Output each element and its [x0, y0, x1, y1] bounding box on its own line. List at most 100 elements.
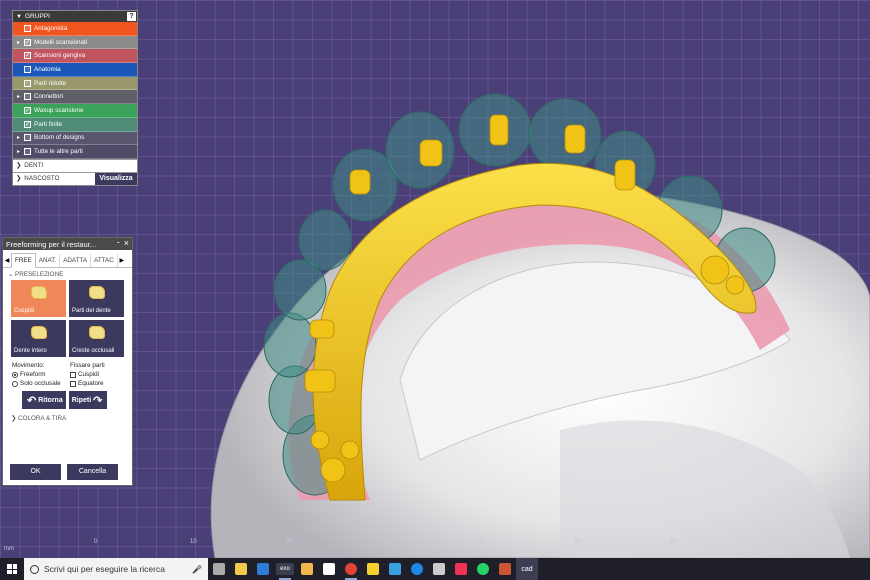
option-label: Equatore [78, 380, 104, 387]
ruler-tick-label: 20 [286, 539, 293, 545]
mail-icon[interactable] [318, 558, 340, 580]
tab-free[interactable]: FREE [11, 252, 36, 268]
option-label: Freeform [20, 371, 46, 378]
app2-icon-glyph [499, 563, 511, 575]
radio-selected-icon [12, 371, 18, 378]
chevron-down-icon: ▼ [16, 13, 22, 20]
group-checkbox[interactable]: ✓ [24, 52, 31, 60]
tooth-icon [89, 286, 105, 299]
ruler-tick-label: 50 [574, 539, 581, 545]
group-row[interactable]: ▸ Bottom of designs [13, 131, 137, 146]
fissare-cuspidi-checkbox[interactable]: Cuspidi [70, 371, 128, 378]
start-button[interactable] [0, 558, 24, 580]
group-checkbox[interactable] [24, 79, 31, 87]
tooth-icon [89, 326, 105, 339]
app-icon[interactable] [428, 558, 450, 580]
edge-icon-glyph [257, 563, 269, 575]
freeforming-tabs: ◀ FREE ANAT. ADATTA ATTAC ▶ [3, 252, 132, 268]
preset-parti-del-dente[interactable]: Parti del dente [69, 280, 124, 317]
group-row[interactable]: ✓ Parti finite [13, 117, 137, 132]
tab-scroll-left-icon[interactable]: ◀ [3, 257, 11, 264]
tooth-icon [31, 326, 47, 339]
notes-icon[interactable] [362, 558, 384, 580]
group-checkbox[interactable] [24, 65, 31, 73]
microphone-icon[interactable]: 🎤 [192, 565, 202, 574]
redo-icon: ↷ [93, 394, 103, 407]
group-label: Connettori [34, 93, 64, 101]
exocad-icon[interactable]: exo [274, 558, 296, 580]
fissare-equatore-checkbox[interactable]: Equatore [70, 380, 128, 387]
teamviewer-icon-glyph [411, 563, 423, 575]
preselezione-header[interactable]: ⌄ PRESELEZIONE [3, 268, 132, 280]
task-view-icon[interactable] [208, 558, 230, 580]
group-checkbox[interactable] [24, 24, 31, 32]
group-label: Antagonista [34, 24, 68, 32]
file-explorer-icon[interactable] [230, 558, 252, 580]
ritorna-button[interactable]: ↶ Ritorna [22, 391, 66, 409]
preset-dente-intero[interactable]: Dente intero [11, 320, 66, 357]
denti-row[interactable]: ❯ DENTI [13, 158, 137, 172]
taskbar-search[interactable]: Scrivi qui per eseguire la ricerca 🎤 [24, 558, 208, 580]
group-checkbox[interactable]: ✓ [24, 38, 31, 46]
group-label: Modelli scansionati [34, 38, 88, 46]
help-button[interactable]: ? [127, 12, 136, 21]
game-icon[interactable] [450, 558, 472, 580]
tab-anat[interactable]: ANAT. [36, 253, 61, 267]
tab-attac[interactable]: ATTAC [91, 253, 118, 267]
colora-tira-header[interactable]: ❯ COLORA & TIRA [3, 409, 132, 422]
group-checkbox[interactable]: ✓ [24, 106, 31, 114]
expand-arrow-icon[interactable]: ▸ [13, 93, 24, 100]
tab-adatta[interactable]: ADATTA [60, 253, 92, 267]
whatsapp-icon[interactable] [472, 558, 494, 580]
tooth-icon [31, 286, 47, 299]
movimento-occlusale-option[interactable]: Solo occlusale [12, 380, 70, 387]
chrome-icon[interactable] [340, 558, 362, 580]
movimento-freeform-option[interactable]: Freeform [12, 371, 70, 378]
app2-icon[interactable] [494, 558, 516, 580]
group-label: Parti finite [34, 120, 62, 128]
group-label: Parti ridotte [34, 79, 67, 87]
denti-label: DENTI [24, 162, 44, 170]
group-row[interactable]: Parti ridotte [13, 76, 137, 91]
pin-icon[interactable]: ⁃ [117, 239, 121, 247]
close-icon[interactable]: × [124, 238, 129, 248]
ruler-tick-label: 40 [478, 539, 485, 545]
group-row[interactable]: Antagonista [13, 22, 137, 36]
visualizza-button[interactable]: Visualizza [95, 172, 137, 185]
tab-scroll-right-icon[interactable]: ▶ [118, 257, 126, 264]
teamviewer-icon[interactable] [406, 558, 428, 580]
ripeti-button[interactable]: Ripeti ↷ [68, 391, 108, 409]
undo-icon: ↶ [27, 394, 37, 407]
group-row[interactable]: ✓ Scansioni gengiva [13, 49, 137, 64]
group-checkbox[interactable]: ✓ [24, 120, 31, 128]
preset-creste-occlusali[interactable]: Creste occlusali [69, 320, 124, 357]
group-row[interactable]: ▸ Connettori [13, 90, 137, 105]
group-checkbox[interactable] [24, 148, 31, 156]
group-row[interactable]: ▸ Tutte le altre parti [13, 145, 137, 159]
group-checkbox[interactable] [24, 134, 31, 142]
group-row[interactable]: Anatomia [13, 63, 137, 77]
ruler-tick-label: 60 [670, 539, 677, 545]
expand-arrow-icon[interactable]: ▸ [13, 134, 24, 141]
preset-grid: Cuspidi Parti del dente Dente intero Cre… [3, 280, 132, 357]
group-checkbox[interactable] [24, 93, 31, 101]
group-row[interactable]: ✓ Waxup scansione [13, 104, 137, 118]
edge-icon[interactable] [252, 558, 274, 580]
groups-list: Antagonista ▸ ✓ Modelli scansionati ✓ Scansio… [13, 22, 137, 159]
cancel-button[interactable]: Cancella [67, 464, 118, 480]
sync-icon[interactable] [384, 558, 406, 580]
ok-button[interactable]: OK [10, 464, 61, 480]
group-row[interactable]: ▸ ✓ Modelli scansionati [13, 35, 137, 50]
preset-cuspidi[interactable]: Cuspidi [11, 280, 66, 317]
cad-taskbar-item[interactable]: cad [516, 558, 538, 580]
ruler-tick-label: 70 [766, 539, 773, 545]
notes-icon-glyph [367, 563, 379, 575]
store-icon[interactable] [296, 558, 318, 580]
windows-taskbar: Scrivi qui per eseguire la ricerca 🎤 exo… [0, 558, 870, 580]
groups-header[interactable]: ▼ GRUPPI ? [13, 11, 137, 22]
nascosto-row[interactable]: ❯ NASCOSTO Visualizza [13, 171, 137, 185]
expand-arrow-icon[interactable]: ▸ [13, 148, 24, 155]
group-label: Waxup scansione [34, 106, 84, 114]
freeforming-title-bar[interactable]: Freeforming per il restaur... ⁃ × [3, 238, 132, 250]
expand-arrow-icon[interactable]: ▸ [13, 39, 24, 46]
